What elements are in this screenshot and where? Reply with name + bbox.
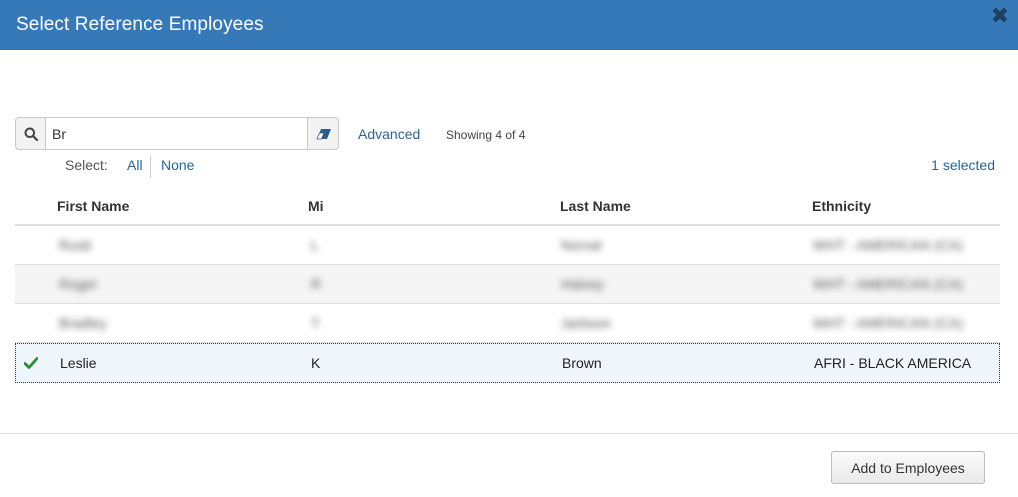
- cell-first-name: Bradley: [59, 315, 107, 331]
- add-to-employees-button[interactable]: Add to Employees: [831, 451, 985, 484]
- checkmark-icon: [23, 356, 39, 374]
- select-all-link[interactable]: All: [127, 157, 143, 173]
- cell-last-name: Norval: [561, 237, 602, 253]
- advanced-search-link[interactable]: Advanced: [358, 126, 420, 142]
- showing-count: Showing 4 of 4: [446, 128, 526, 142]
- dialog-header: Select Reference Employees ✖: [0, 0, 1018, 50]
- cell-last-name: Halvey: [561, 276, 604, 292]
- search-group: [15, 117, 339, 150]
- cell-first-name: Leslie: [60, 355, 97, 371]
- cell-first-name: Rusti: [59, 237, 91, 253]
- column-header-first-name[interactable]: First Name: [57, 198, 129, 214]
- cell-mi: L: [311, 237, 319, 253]
- table-row[interactable]: Bradley T Jarbson WHT - AMERICAN (CA): [15, 304, 1000, 343]
- eraser-icon[interactable]: [307, 117, 339, 150]
- table-row[interactable]: Rusti L Norval WHT - AMERICAN (CA): [15, 226, 1000, 265]
- cell-ethnicity: AFRI - BLACK AMERICA: [814, 355, 972, 371]
- select-divider: [150, 156, 151, 178]
- cell-ethnicity: WHT - AMERICAN (CA): [813, 276, 963, 292]
- cell-ethnicity: WHT - AMERICAN (CA): [813, 315, 963, 331]
- cell-ethnicity: WHT - AMERICAN (CA): [813, 237, 963, 253]
- search-input[interactable]: [45, 117, 308, 150]
- select-none-link[interactable]: None: [161, 157, 194, 173]
- cell-last-name: Jarbson: [561, 315, 611, 331]
- column-header-ethnicity[interactable]: Ethnicity: [812, 198, 871, 214]
- table-row-selected[interactable]: Leslie K Brown AFRI - BLACK AMERICA: [15, 343, 1000, 383]
- cell-mi: K: [311, 355, 321, 371]
- employees-table: First Name Mi Last Name Ethnicity Rusti …: [15, 186, 1000, 383]
- table-header: First Name Mi Last Name Ethnicity: [15, 186, 1000, 226]
- close-icon[interactable]: ✖: [990, 4, 1010, 28]
- cell-mi: T: [311, 315, 320, 331]
- table-row[interactable]: Roger R Halvey WHT - AMERICAN (CA): [15, 265, 1000, 304]
- select-label: Select:: [65, 157, 108, 173]
- column-header-last-name[interactable]: Last Name: [560, 198, 631, 214]
- cell-mi: R: [311, 276, 322, 292]
- dialog-title: Select Reference Employees: [16, 14, 264, 35]
- footer-divider: [0, 433, 1018, 434]
- selected-count: 1 selected: [931, 157, 995, 173]
- column-header-mi[interactable]: Mi: [308, 198, 324, 214]
- cell-first-name: Roger: [59, 276, 98, 292]
- search-icon[interactable]: [15, 117, 45, 150]
- select-reference-employees-dialog: Select Reference Employees ✖ Advanced Sh…: [0, 0, 1018, 497]
- cell-last-name: Brown: [562, 355, 602, 371]
